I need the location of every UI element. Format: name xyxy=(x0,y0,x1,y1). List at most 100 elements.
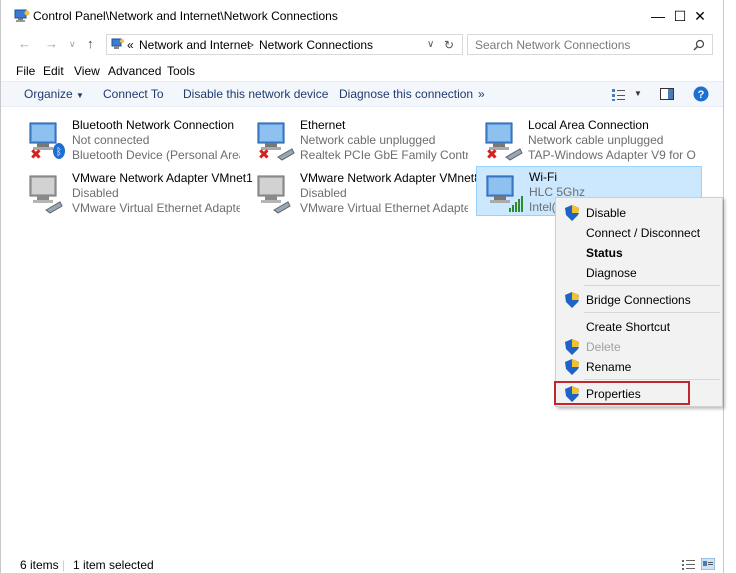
explorer-window: Control Panel\Network and Internet\Netwo… xyxy=(0,0,724,573)
ctx-disable[interactable]: Disable xyxy=(556,203,722,223)
connection-status: Disabled xyxy=(72,186,119,200)
red-x-icon: ✖ xyxy=(258,147,270,161)
uac-shield-icon xyxy=(565,386,579,402)
ctx-delete-label: Delete xyxy=(586,340,621,354)
ctx-connect-label: Connect / Disconnect xyxy=(586,226,701,240)
recent-locations-chevron-icon[interactable]: ∨ xyxy=(69,39,76,50)
breadcrumb-network-connections[interactable]: Network Connections xyxy=(259,38,373,52)
connection-status: Network cable unplugged xyxy=(528,133,664,147)
ctx-rename[interactable]: Rename xyxy=(556,357,722,377)
network-adapter-icon xyxy=(29,175,63,214)
item-count: 6 items xyxy=(20,558,59,572)
connection-item-bluetooth[interactable]: ✖ ᛒ Bluetooth Network Connection Not con… xyxy=(20,115,242,162)
maximize-button[interactable]: ☐ xyxy=(633,0,687,32)
breadcrumb-network-and-internet[interactable]: Network and Internet xyxy=(139,38,250,52)
connection-item-vmnet8[interactable]: VMware Network Adapter VMnet8 Disabled V… xyxy=(248,168,481,215)
signal-bars-icon xyxy=(509,196,523,212)
menu-edit[interactable]: Edit xyxy=(43,64,64,78)
search-placeholder: Search Network Connections xyxy=(475,38,631,52)
network-adapter-icon: ✖ ᛒ xyxy=(29,122,65,161)
connection-name: Local Area Connection xyxy=(528,118,649,132)
command-bar: Organize ▼ Connect To Disable this netwo… xyxy=(1,81,723,107)
menu-view[interactable]: View xyxy=(74,64,100,78)
connection-name: Bluetooth Network Connection xyxy=(72,118,235,132)
search-icon[interactable] xyxy=(693,39,705,51)
ctx-connect-disconnect[interactable]: Connect / Disconnect xyxy=(556,223,722,243)
refresh-icon[interactable]: ↻ xyxy=(444,38,454,52)
breadcrumb-separator[interactable]: > xyxy=(247,38,254,52)
change-view-icon[interactable] xyxy=(611,88,627,102)
ctx-rename-label: Rename xyxy=(586,360,632,374)
ctx-separator xyxy=(584,379,720,380)
context-menu: Disable Connect / Disconnect Status Diag… xyxy=(554,197,723,407)
disable-device-button[interactable]: Disable this network device xyxy=(183,87,328,101)
ctx-shortcut-label: Create Shortcut xyxy=(586,320,671,334)
ctx-create-shortcut[interactable]: Create Shortcut xyxy=(556,317,722,337)
connection-device: VMware Virtual Ethernet Adapter ... xyxy=(72,201,240,215)
connect-to-button[interactable]: Connect To xyxy=(103,87,164,101)
ctx-diagnose-label: Diagnose xyxy=(586,266,637,280)
up-arrow-icon[interactable]: ↑ xyxy=(87,36,94,51)
red-x-icon: ✖ xyxy=(486,147,498,161)
connection-name: VMware Network Adapter VMnet1 xyxy=(72,171,253,185)
uac-shield-icon xyxy=(565,359,579,375)
connection-device: Intel( xyxy=(529,200,555,214)
forward-arrow-icon[interactable]: → xyxy=(45,36,58,51)
connection-item-ethernet[interactable]: ✖ Ethernet Network cable unplugged Realt… xyxy=(248,115,470,162)
address-bar[interactable]: « Network and Internet > Network Connect… xyxy=(106,34,463,55)
tiles-view-icon[interactable] xyxy=(701,558,715,570)
ctx-delete[interactable]: Delete xyxy=(556,337,722,357)
network-adapter-icon: ✖ xyxy=(485,122,523,161)
connection-device: VMware Virtual Ethernet Adapter ... xyxy=(300,201,468,215)
uac-shield-icon xyxy=(565,292,579,308)
ctx-separator xyxy=(584,285,720,286)
connection-name: Ethernet xyxy=(300,118,346,132)
title-bar: Control Panel\Network and Internet\Netwo… xyxy=(1,0,723,32)
connection-status: Disabled xyxy=(300,186,347,200)
bluetooth-icon: ᛒ xyxy=(56,147,62,158)
menu-advanced[interactable]: Advanced xyxy=(108,64,161,78)
network-adapter-icon xyxy=(486,175,523,212)
search-box[interactable]: Search Network Connections xyxy=(467,34,713,55)
close-button[interactable]: ✕ xyxy=(677,0,723,32)
breadcrumb-chevrons[interactable]: « xyxy=(127,38,134,52)
network-adapter-icon xyxy=(257,175,291,214)
status-bar: 6 items | 1 item selected xyxy=(1,552,723,573)
ctx-status[interactable]: Status xyxy=(556,243,722,263)
details-view-icon[interactable] xyxy=(682,559,695,570)
organize-dropdown-icon: ▼ xyxy=(76,91,84,100)
address-dropdown-icon[interactable]: ∨ xyxy=(427,39,434,50)
menu-tools[interactable]: Tools xyxy=(167,64,195,78)
ctx-bridge-label: Bridge Connections xyxy=(586,293,691,307)
svg-text:?: ? xyxy=(698,89,705,101)
connection-device: Realtek PCIe GbE Family Controller xyxy=(300,148,468,162)
back-arrow-icon[interactable]: ← xyxy=(18,36,31,51)
window-title: Control Panel\Network and Internet\Netwo… xyxy=(33,9,338,23)
help-icon[interactable]: ? xyxy=(693,86,709,102)
organize-button[interactable]: Organize ▼ xyxy=(24,87,84,101)
red-x-icon: ✖ xyxy=(30,147,42,161)
view-dropdown-icon[interactable]: ▼ xyxy=(634,89,642,98)
uac-shield-icon xyxy=(565,339,579,355)
ctx-diagnose[interactable]: Diagnose xyxy=(556,263,722,283)
connection-status: Network cable unplugged xyxy=(300,133,436,147)
ctx-properties-label: Properties xyxy=(586,387,641,401)
ctx-properties[interactable]: Properties xyxy=(554,381,722,405)
address-row: ← → ∨ ↑ « Network and Internet > Network… xyxy=(1,33,723,57)
ctx-status-label: Status xyxy=(586,246,623,260)
control-panel-icon xyxy=(111,38,124,49)
ctx-separator xyxy=(584,312,720,313)
connection-item-vmnet1[interactable]: VMware Network Adapter VMnet1 Disabled V… xyxy=(20,168,253,215)
more-commands-button[interactable]: » xyxy=(478,87,485,101)
menu-file[interactable]: File xyxy=(16,64,35,78)
connection-name: Wi-Fi xyxy=(529,170,557,184)
ctx-bridge-connections[interactable]: Bridge Connections xyxy=(556,290,722,310)
ctx-disable-label: Disable xyxy=(586,206,627,220)
connection-item-local-area[interactable]: ✖ Local Area Connection Network cable un… xyxy=(476,115,698,162)
status-divider: | xyxy=(62,558,66,572)
diagnose-connection-button[interactable]: Diagnose this connection xyxy=(339,87,473,101)
preview-pane-icon[interactable] xyxy=(660,88,674,100)
network-adapter-icon: ✖ xyxy=(257,122,295,161)
menu-bar: File Edit View Advanced Tools xyxy=(1,61,723,81)
network-connections-icon xyxy=(14,9,30,22)
